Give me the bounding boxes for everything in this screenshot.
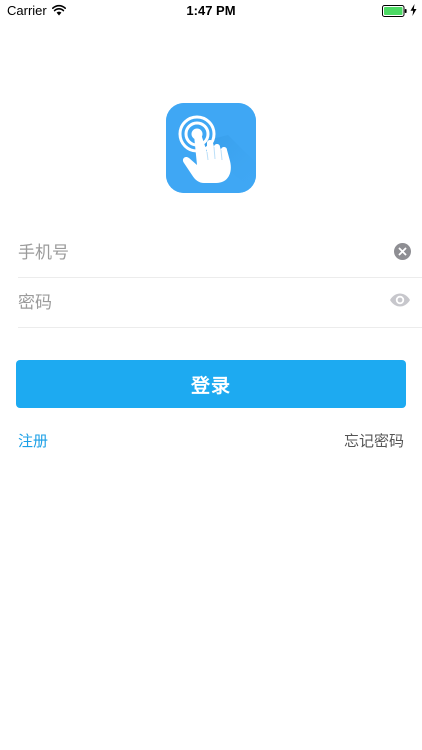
password-field-row: [18, 278, 422, 327]
hand-tap-icon: [166, 103, 256, 193]
app-logo: [166, 103, 256, 193]
status-bar: Carrier 1:47 PM: [0, 0, 422, 22]
password-divider: [18, 327, 422, 328]
phone-input[interactable]: [18, 228, 378, 277]
eye-icon[interactable]: [389, 293, 411, 307]
clear-icon[interactable]: [394, 243, 411, 260]
register-link[interactable]: 注册: [18, 430, 48, 451]
login-screen: Carrier 1:47 PM 手机号 登录 注册 忘记密码: [0, 0, 422, 750]
charging-bolt-icon: [410, 4, 417, 16]
battery-icon: [382, 5, 407, 17]
status-time: 1:47 PM: [186, 3, 236, 18]
phone-field-row: [18, 228, 422, 277]
password-input[interactable]: [18, 278, 378, 327]
login-button[interactable]: 登录: [16, 360, 406, 408]
forgot-password-link[interactable]: 忘记密码: [344, 430, 404, 451]
